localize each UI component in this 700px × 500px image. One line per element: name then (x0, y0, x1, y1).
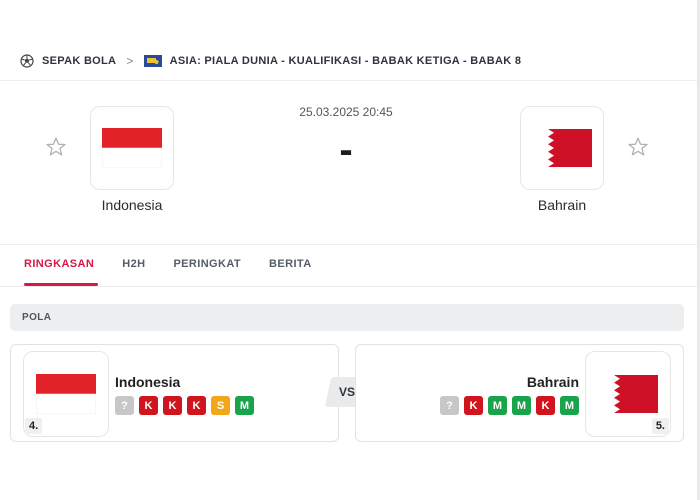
home-form-badges: ? K K K S M (115, 396, 254, 415)
tab-peringkat[interactable]: PERINGKAT (159, 252, 255, 286)
tab-berita[interactable]: BERITA (255, 252, 326, 286)
favorite-star-icon[interactable] (627, 136, 649, 158)
asia-flag-icon (143, 55, 162, 67)
form-badge-win[interactable]: M (488, 396, 507, 415)
bahrain-flag (598, 375, 658, 413)
away-form-badges: ? K M M K M (440, 396, 579, 415)
form-badge-win[interactable]: M (512, 396, 531, 415)
form-badge-loss[interactable]: K (464, 396, 483, 415)
soccer-ball-icon (20, 54, 34, 68)
divider (0, 80, 697, 81)
away-team-logo[interactable] (520, 106, 604, 190)
home-team-logo[interactable] (90, 106, 174, 190)
form-badge-win[interactable]: M (560, 396, 579, 415)
home-rank: 4. (25, 418, 43, 434)
away-form-card[interactable]: Bahrain ? K M M K M 5. (355, 344, 684, 442)
favorite-star-icon[interactable] (45, 136, 67, 158)
tab-h2h[interactable]: H2H (108, 252, 159, 286)
match-tabs: RINGKASAN H2H PERINGKAT BERITA (10, 252, 326, 286)
form-badge-unknown[interactable]: ? (115, 396, 134, 415)
form-badge-loss[interactable]: K (139, 396, 158, 415)
section-title-pola: POLA (10, 304, 684, 331)
form-badge-draw[interactable]: S (211, 396, 230, 415)
away-team-name[interactable]: Bahrain (482, 197, 642, 213)
home-team-name[interactable]: Indonesia (52, 197, 212, 213)
breadcrumb: SEPAK BOLA > ASIA: PIALA DUNIA - KUALIFI… (20, 52, 521, 70)
divider (0, 286, 697, 287)
match-score: - (339, 128, 353, 172)
bahrain-flag (532, 129, 592, 167)
breadcrumb-sport-link[interactable]: SEPAK BOLA (42, 55, 116, 67)
away-form-team-name[interactable]: Bahrain (527, 374, 579, 390)
tab-ringkasan[interactable]: RINGKASAN (10, 252, 108, 286)
chevron-right-icon: > (126, 54, 134, 68)
indonesia-flag (36, 374, 96, 414)
form-badge-loss[interactable]: K (536, 396, 555, 415)
away-rank: 5. (651, 418, 669, 434)
form-badge-loss[interactable]: K (187, 396, 206, 415)
divider (0, 244, 697, 245)
breadcrumb-competition-link[interactable]: ASIA: PIALA DUNIA - KUALIFIKASI - BABAK … (170, 55, 522, 67)
form-badge-unknown[interactable]: ? (440, 396, 459, 415)
home-form-team-name[interactable]: Indonesia (115, 374, 180, 390)
form-badge-win[interactable]: M (235, 396, 254, 415)
match-datetime: 25.03.2025 20:45 (299, 105, 393, 119)
indonesia-flag (102, 128, 162, 168)
form-badge-loss[interactable]: K (163, 396, 182, 415)
home-form-card[interactable]: 4. Indonesia ? K K K S M (10, 344, 339, 442)
vs-label: VS (338, 385, 355, 399)
